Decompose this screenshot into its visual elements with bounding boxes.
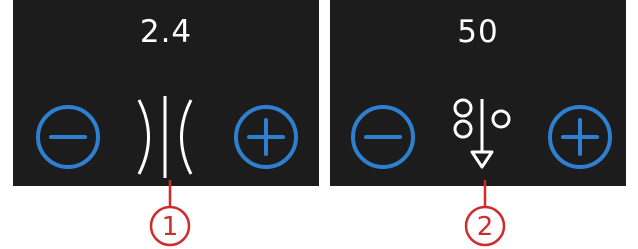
callout-2: 2 — [463, 180, 507, 249]
stitch-density-panel: 50 — [330, 0, 626, 186]
plus-icon — [234, 105, 298, 169]
minus-icon — [351, 105, 415, 169]
plus-icon — [548, 105, 612, 169]
stitch-width-icon — [134, 96, 196, 182]
decrease-density-button[interactable] — [350, 104, 416, 170]
callout-1-number: 1 — [162, 212, 179, 242]
callout-2-number: 2 — [477, 212, 494, 242]
stage: 2.4 50 1 2 — [0, 0, 638, 249]
minus-icon — [36, 105, 100, 169]
callout-1: 1 — [148, 180, 192, 249]
increase-density-button[interactable] — [547, 104, 613, 170]
increase-width-button[interactable] — [233, 104, 299, 170]
decrease-width-button[interactable] — [35, 104, 101, 170]
stitch-width-value: 2.4 — [139, 14, 193, 50]
stitch-density-value: 50 — [457, 14, 499, 50]
stitch-density-icon — [450, 97, 516, 183]
stitch-width-panel: 2.4 — [13, 0, 319, 186]
